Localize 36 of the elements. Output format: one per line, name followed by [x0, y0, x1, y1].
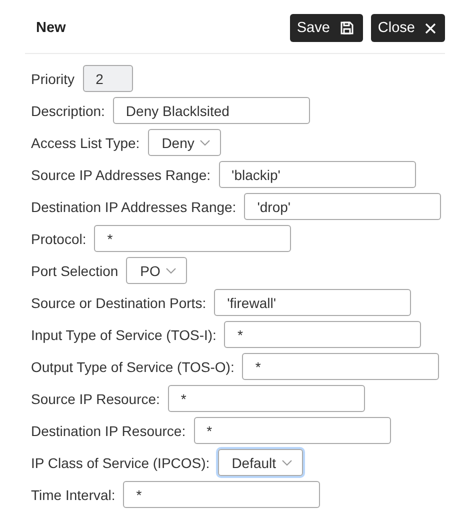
field-label: Destination IP Resource:	[31, 422, 186, 438]
chevron-down-icon	[282, 460, 292, 466]
dropdown[interactable]: PO	[126, 257, 188, 284]
field-label: Access List Type:	[31, 134, 140, 150]
input-field[interactable]: 'drop'	[244, 193, 442, 220]
input-field[interactable]: *	[94, 225, 292, 252]
field-label: Priority	[31, 70, 75, 86]
close-button[interactable]: Close	[370, 14, 445, 42]
form-title: New	[36, 20, 66, 36]
input-field: 2	[82, 65, 133, 92]
input-field[interactable]: 'firewall'	[214, 289, 412, 316]
input-field[interactable]: *	[168, 385, 365, 412]
input-field[interactable]: 'blackip'	[218, 161, 416, 188]
input-field[interactable]: *	[242, 353, 440, 380]
field-label: Source IP Addresses Range:	[31, 166, 211, 182]
field-label: Protocol:	[31, 230, 86, 246]
field-label: Input Type of Service (TOS-I):	[31, 326, 216, 342]
field-label: Destination IP Addresses Range:	[31, 198, 236, 214]
field-label: IP Class of Service (IPCOS):	[31, 454, 210, 470]
save-button[interactable]: Save	[290, 14, 363, 42]
field-label: Source or Destination Ports:	[31, 294, 206, 310]
field-label: Source IP Resource:	[31, 390, 160, 406]
save-icon	[340, 21, 354, 35]
field-label: Output Type of Service (TOS-O):	[31, 358, 234, 374]
input-field[interactable]: *	[194, 417, 391, 444]
input-field[interactable]: *	[123, 481, 320, 508]
close-icon	[425, 22, 436, 34]
dropdown[interactable]: Deny	[148, 129, 222, 156]
field-label: Description:	[31, 102, 105, 118]
field-label: Port Selection	[31, 262, 118, 278]
chevron-down-icon	[200, 140, 210, 146]
chevron-down-icon	[166, 268, 176, 274]
input-field[interactable]: Deny Blacklsited	[112, 97, 310, 124]
dropdown[interactable]: Default	[218, 449, 304, 476]
field-label: Time Interval:	[31, 486, 116, 502]
input-field[interactable]: *	[224, 321, 422, 348]
